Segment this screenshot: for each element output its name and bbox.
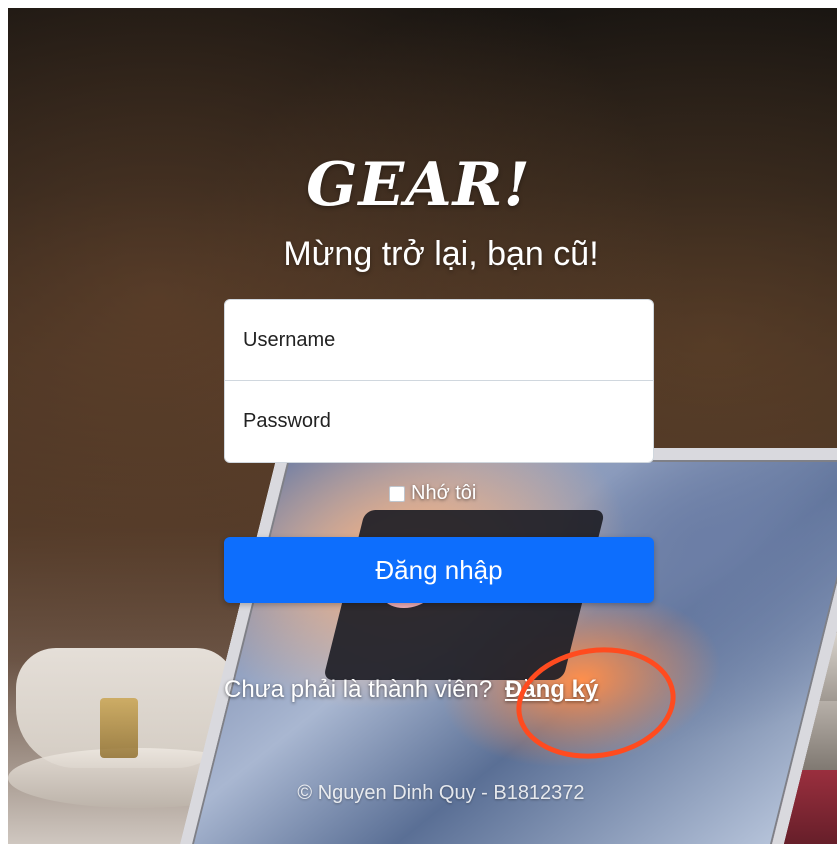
brand-logo: GEAR! [306, 150, 531, 220]
password-input[interactable]: Password [224, 381, 654, 463]
remember-me: Nhớ tôi [389, 482, 476, 505]
cup-decoration [100, 698, 138, 758]
footer-copyright: © Nguyen Dinh Quy - B1812372 [297, 782, 585, 804]
remember-me-label: Nhớ tôi [411, 482, 477, 504]
login-button-label: Đăng nhập [375, 554, 503, 585]
login-form: Username Password [224, 299, 654, 463]
username-placeholder: Username [243, 328, 336, 351]
signup-prompt: Chưa phải là thành viên? [224, 676, 493, 703]
password-placeholder: Password [243, 410, 331, 432]
login-screen: GEAR! Mừng trở lại, bạn cũ! Username Pas… [0, 0, 837, 852]
checkbox-icon[interactable] [389, 485, 405, 502]
username-input[interactable]: Username [224, 299, 654, 381]
welcome-heading: Mừng trở lại, bạn cũ! [283, 235, 599, 273]
login-button[interactable]: Đăng nhập [224, 537, 654, 603]
